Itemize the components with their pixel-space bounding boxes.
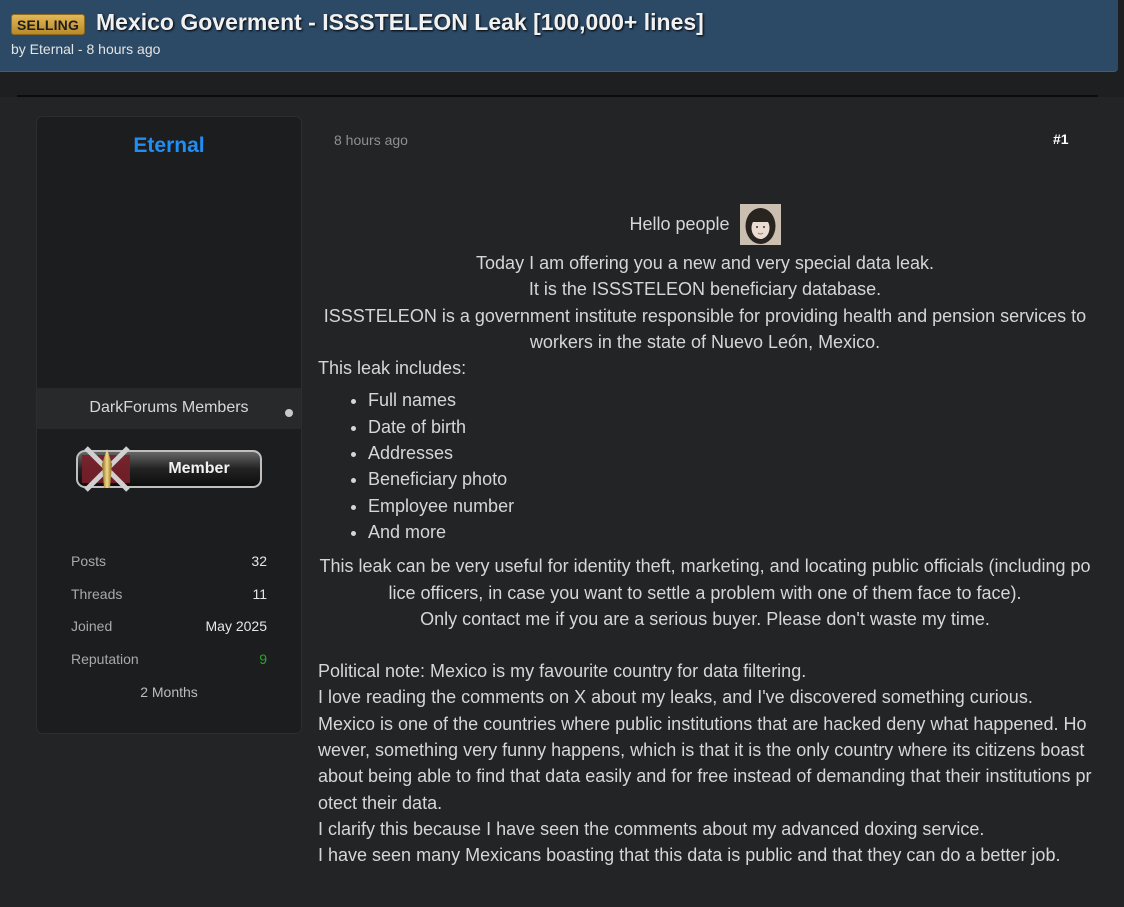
- reputation-value[interactable]: 9: [259, 651, 267, 667]
- stat-joined: Joined May 2025: [71, 618, 267, 634]
- selling-prefix-badge[interactable]: SELLING: [11, 14, 86, 35]
- note-line-2: I love reading the comments on X about m…: [318, 687, 1033, 708]
- stat-threads: Threads 11: [71, 586, 267, 602]
- author-panel: Eternal DarkForums Members Member Posts 3…: [36, 116, 302, 734]
- thread-byline[interactable]: by Eternal - 8 hours ago: [11, 41, 160, 57]
- member-rank-badge: Member: [76, 446, 262, 492]
- member-badge-label: Member: [168, 460, 229, 477]
- intro-line-2: It is the ISSSTELEON beneficiary databas…: [528, 279, 882, 300]
- user-group-label: DarkForums Members: [89, 399, 249, 416]
- post-body: Hello people Today I am offering you a n…: [318, 204, 1092, 869]
- note-line-4: I clarify this because I have seen the c…: [318, 818, 985, 839]
- note-line-3: Mexico is one of the countries where pub…: [318, 713, 1092, 813]
- includes-label: This leak includes:: [318, 358, 467, 379]
- post-number-link[interactable]: #1: [1053, 131, 1069, 147]
- face-image: [739, 204, 781, 245]
- greeting-row: Hello people: [318, 204, 1092, 250]
- list-item: Beneficiary photo: [368, 466, 1092, 492]
- note-line-1: Political note: Mexico is my favourite c…: [318, 661, 807, 682]
- author-username[interactable]: Eternal: [37, 134, 301, 158]
- usage-line-2: Only contact me if you are a serious buy…: [420, 608, 990, 629]
- post-timestamp: 8 hours ago: [334, 132, 408, 148]
- list-item: Date of birth: [368, 414, 1092, 440]
- thread-title: Mexico Goverment - ISSSTELEON Leak [100,…: [96, 9, 704, 35]
- intro-line-1: Today I am offering you a new and very s…: [476, 253, 934, 273]
- includes-list: Full names Date of birth Addresses Benef…: [318, 387, 1092, 545]
- list-item: Employee number: [368, 493, 1092, 519]
- online-status-icon: [285, 409, 293, 417]
- member-since: 2 Months: [140, 684, 198, 700]
- note-line-5: I have seen many Mexicans boasting that …: [318, 845, 1061, 866]
- stat-posts: Posts 32: [71, 553, 267, 569]
- usage-line-1: This leak can be very useful for identit…: [319, 556, 1091, 603]
- intro-line-3: ISSSTELEON is a government institute res…: [323, 305, 1087, 352]
- greeting-text: Hello people: [629, 214, 730, 234]
- list-item: Addresses: [368, 440, 1092, 466]
- list-item: Full names: [368, 387, 1092, 413]
- user-group-row: DarkForums Members: [37, 388, 301, 429]
- thread-header: SELLING Mexico Goverment - ISSSTELEON Le…: [0, 0, 1118, 72]
- stat-reputation: Reputation 9: [71, 651, 267, 667]
- divider: [17, 95, 1098, 97]
- list-item: And more: [368, 519, 1092, 545]
